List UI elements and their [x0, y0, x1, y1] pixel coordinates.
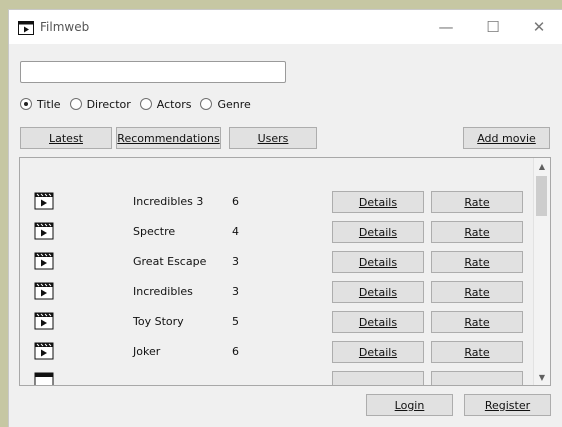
minimize-button[interactable]: —: [426, 10, 466, 44]
add-movie-label: Add movie: [477, 131, 536, 145]
film-clapper-icon: [34, 222, 54, 240]
radio-indicator[interactable]: [200, 98, 213, 110]
movie-rating: 6: [232, 345, 239, 358]
login-button[interactable]: Login: [366, 394, 453, 416]
users-label: Users: [257, 131, 289, 145]
list-scrollbar[interactable]: ▲ ▼: [533, 158, 550, 385]
recommendations-label: Recommendations: [117, 131, 220, 145]
details-button[interactable]: Details: [332, 221, 424, 243]
list-item: Great Escape 3 Details Rate: [20, 247, 534, 277]
latest-button[interactable]: Latest: [20, 127, 112, 149]
movie-title: Spectre: [133, 225, 176, 238]
film-clapper-icon: [34, 372, 54, 385]
radio-title[interactable]: Title: [20, 98, 61, 111]
radio-label: Director: [86, 97, 131, 111]
movie-rating: 4: [232, 225, 239, 238]
details-button[interactable]: Details: [332, 251, 424, 273]
title-bar: Filmweb — ☐ ✕: [9, 10, 562, 44]
details-button[interactable]: Details: [332, 311, 424, 333]
details-button[interactable]: Details: [332, 281, 424, 303]
movie-rating: 5: [232, 315, 239, 328]
movie-title: Toy Story: [133, 315, 184, 328]
movie-rating: 3: [232, 255, 239, 268]
rate-label: Rate: [464, 345, 490, 359]
details-button-partial[interactable]: [332, 371, 424, 385]
movie-title: Great Escape: [133, 255, 207, 268]
radio-indicator[interactable]: [69, 98, 82, 110]
latest-label: Latest: [49, 131, 83, 145]
movie-title: Incredibles: [133, 285, 193, 298]
rate-button[interactable]: Rate: [431, 281, 523, 303]
details-label: Details: [358, 195, 398, 209]
details-button[interactable]: Details: [332, 341, 424, 363]
rate-button[interactable]: Rate: [431, 311, 523, 333]
close-button[interactable]: ✕: [519, 10, 559, 44]
radio-director[interactable]: Director: [69, 97, 131, 111]
rate-button[interactable]: Rate: [431, 191, 523, 213]
maximize-button[interactable]: ☐: [473, 10, 513, 44]
film-clapper-icon: [34, 282, 54, 300]
rate-label: Rate: [464, 255, 490, 269]
radio-genre[interactable]: Genre: [200, 97, 251, 111]
register-label: Register: [484, 398, 531, 412]
radio-indicator[interactable]: [20, 98, 32, 110]
search-input[interactable]: [20, 61, 286, 83]
details-label: Details: [358, 285, 398, 299]
list-item: Toy Story 5 Details Rate: [20, 307, 534, 337]
radio-label: Genre: [217, 97, 251, 111]
details-label: Details: [358, 345, 398, 359]
radio-indicator[interactable]: [139, 98, 152, 110]
list-item-partial: [20, 367, 534, 385]
rate-label: Rate: [464, 315, 490, 329]
scroll-down-arrow-icon[interactable]: ▼: [534, 369, 550, 385]
film-clapper-icon: [18, 21, 34, 35]
details-label: Details: [358, 315, 398, 329]
search-filter-group: Title Director Actors Genre: [20, 96, 260, 112]
users-button[interactable]: Users: [229, 127, 317, 149]
film-clapper-icon: [34, 312, 54, 330]
radio-label: Actors: [156, 97, 192, 111]
details-label: Details: [358, 255, 398, 269]
add-movie-button[interactable]: Add movie: [463, 127, 550, 149]
app-window: Filmweb — ☐ ✕ Title Director Actors Genr…: [8, 9, 562, 427]
film-clapper-icon: [34, 342, 54, 360]
list-item: Joker 6 Details Rate: [20, 337, 534, 367]
rate-button[interactable]: Rate: [431, 221, 523, 243]
rate-button-partial[interactable]: [431, 371, 523, 385]
film-clapper-icon: [34, 252, 54, 270]
login-label: Login: [394, 398, 425, 412]
radio-label: Title: [37, 97, 61, 111]
details-label: Details: [358, 225, 398, 239]
movie-rating: 3: [232, 285, 239, 298]
rate-label: Rate: [464, 225, 490, 239]
movie-list[interactable]: Incredibles 3 6 Details Rate Spectre 4 Details…: [19, 157, 551, 386]
register-button[interactable]: Register: [464, 394, 551, 416]
scrollbar-thumb[interactable]: [536, 176, 547, 216]
rate-label: Rate: [464, 195, 490, 209]
rate-label: Rate: [464, 285, 490, 299]
movie-title: Incredibles 3: [133, 195, 204, 208]
list-item: Incredibles 3 6 Details Rate: [20, 187, 534, 217]
rate-button[interactable]: Rate: [431, 341, 523, 363]
list-item: Incredibles 3 Details Rate: [20, 277, 534, 307]
details-button[interactable]: Details: [332, 191, 424, 213]
movie-title: Joker: [133, 345, 161, 358]
movie-rating: 6: [232, 195, 239, 208]
film-clapper-icon: [34, 192, 54, 210]
scroll-up-arrow-icon[interactable]: ▲: [534, 158, 550, 174]
recommendations-button[interactable]: Recommendations: [116, 127, 221, 149]
rate-button[interactable]: Rate: [431, 251, 523, 273]
radio-actors[interactable]: Actors: [139, 97, 192, 111]
window-title: Filmweb: [40, 20, 90, 34]
list-item: Spectre 4 Details Rate: [20, 217, 534, 247]
